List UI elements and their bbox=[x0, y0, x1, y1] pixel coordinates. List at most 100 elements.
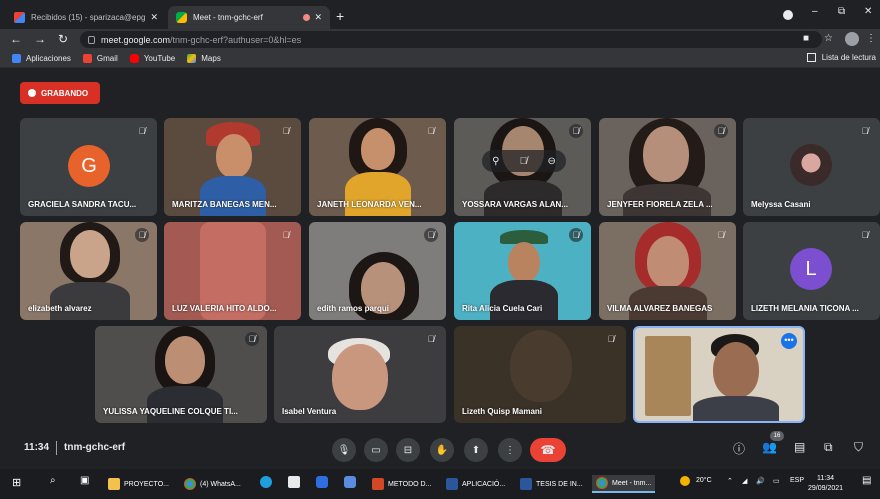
body bbox=[345, 172, 411, 216]
participant-tile[interactable]: L 🎙̸ LIZETH MELANIA TICONA ... bbox=[743, 222, 880, 320]
reload-icon[interactable]: ↻ bbox=[58, 32, 68, 46]
people-count-badge: 16 bbox=[770, 431, 784, 441]
tab-gmail[interactable]: Recibidos (15) - sparizaca@epg. ✕ bbox=[6, 6, 166, 29]
participant-tile[interactable]: 🎙̸ elizabeth alvarez bbox=[20, 222, 157, 320]
participant-tile[interactable]: 🎙̸ YULISSA YAQUELINE COLQUE TI... bbox=[95, 326, 267, 423]
divider bbox=[56, 441, 57, 455]
bookmark-apps[interactable]: Aplicaciones bbox=[12, 54, 71, 63]
participant-tile[interactable]: 🎙̸ edith ramos parqui bbox=[309, 222, 446, 320]
mic-off-icon: 🎙̸ bbox=[717, 230, 725, 240]
reading-list-button[interactable]: Lista de lectura bbox=[806, 53, 876, 62]
forward-icon[interactable]: → bbox=[34, 32, 46, 46]
people-icon[interactable]: 👥 bbox=[762, 440, 777, 454]
menu-icon[interactable]: ⋮ bbox=[866, 33, 876, 44]
app-icon[interactable] bbox=[316, 476, 328, 490]
network-icon[interactable]: ◢ bbox=[742, 477, 747, 485]
participant-name: JENYFER FIORELA ZELA ... bbox=[607, 200, 713, 209]
weather-icon[interactable] bbox=[680, 476, 690, 488]
participant-name: Isabel Ventura bbox=[282, 407, 337, 416]
more-options-button[interactable]: ⋮ bbox=[498, 438, 522, 462]
remove-icon[interactable]: ⊖ bbox=[547, 156, 555, 167]
chat-icon[interactable]: ▤ bbox=[794, 440, 805, 454]
word-icon bbox=[520, 478, 532, 490]
camera-in-use-icon[interactable]: ■ bbox=[803, 33, 809, 44]
present-icon: ⬆ bbox=[471, 444, 481, 456]
mic-off-icon: 🎙̸ bbox=[138, 126, 146, 136]
participant-tile[interactable]: 🎙̸ LUZ VALERIA HITO ALDO... bbox=[164, 222, 301, 320]
taskbar-item-active[interactable]: Meet - tnm... bbox=[592, 475, 656, 493]
system-clock[interactable]: 11:34 29/09/2021 bbox=[808, 474, 843, 494]
participant-tile[interactable]: ⚲ 🎙̸ ⊖ 🎙̸ YOSSARA VARGAS ALAN... bbox=[454, 118, 591, 216]
bookmark-maps[interactable]: Maps bbox=[187, 54, 221, 63]
taskbar-item[interactable]: PROYECTO... bbox=[108, 475, 169, 493]
chevron-up-icon[interactable]: ⌃ bbox=[727, 477, 733, 485]
participant-name: Lizeth Quisp Mamani bbox=[462, 407, 543, 416]
participant-name: YULISSA YAQUELINE COLQUE TI... bbox=[103, 407, 238, 416]
activities-icon[interactable]: ⧉ bbox=[824, 440, 833, 455]
raise-hand-button[interactable]: ✋ bbox=[430, 438, 454, 462]
windows-taskbar: ⊞ ⌕ ▣ PROYECTO... (4) WhatsA... METODO D… bbox=[0, 469, 880, 499]
leave-call-button[interactable]: ☎ bbox=[530, 438, 566, 462]
bookmark-gmail[interactable]: Gmail bbox=[82, 54, 118, 63]
camera-button[interactable]: ▭ bbox=[364, 438, 388, 462]
mic-off-icon[interactable]: 🎙̸ bbox=[520, 156, 528, 167]
host-controls-icon[interactable]: ⛉ bbox=[854, 440, 863, 455]
taskbar-item[interactable]: APLICACIÓ... bbox=[446, 475, 505, 493]
mic-button[interactable]: 🎙 bbox=[332, 438, 356, 462]
participant-tile[interactable]: 🎙̸ JANETH LEONARDA VEN... bbox=[309, 118, 446, 216]
participant-tile[interactable]: 🎙̸ JENYFER FIORELA ZELA ... bbox=[599, 118, 736, 216]
close-icon[interactable]: ✕ bbox=[150, 12, 158, 23]
language-indicator[interactable]: ESP bbox=[790, 477, 804, 484]
new-tab-button[interactable]: + bbox=[336, 8, 344, 24]
close-icon[interactable]: ✕ bbox=[314, 12, 322, 23]
reading-list-icon bbox=[806, 53, 816, 62]
minimize-button[interactable]: – bbox=[812, 6, 818, 17]
close-window-button[interactable]: ✕ bbox=[864, 6, 872, 17]
battery-icon[interactable]: ▭ bbox=[773, 477, 780, 485]
tab-meet[interactable]: Meet - tnm-gchc-erf ✕ bbox=[168, 6, 330, 29]
body bbox=[484, 180, 562, 216]
profile-icon[interactable] bbox=[783, 10, 793, 20]
taskbar-label: METODO D... bbox=[388, 480, 432, 488]
recording-badge[interactable]: GRABANDO bbox=[20, 82, 100, 104]
clock-date: 29/09/2021 bbox=[808, 485, 844, 492]
participant-name: Rita Alicia Cuela Cari bbox=[462, 304, 543, 313]
task-view-icon[interactable]: ▣ bbox=[80, 475, 89, 486]
more-options-icon[interactable]: ••• bbox=[781, 333, 797, 349]
bookmarks-bar: Aplicaciones Gmail YouTube Maps Lista de… bbox=[0, 50, 880, 68]
bookmark-star-icon[interactable]: ☆ bbox=[824, 33, 833, 44]
windows-start-icon[interactable]: ⊞ bbox=[12, 476, 21, 489]
mic-off-icon: 🎙̸ bbox=[569, 228, 583, 242]
participant-tile[interactable]: G 🎙̸ GRACIELA SANDRA TACU... bbox=[20, 118, 157, 216]
participant-tile-self[interactable]: ••• bbox=[633, 326, 805, 423]
participant-tile[interactable]: 🎙̸ MARITZA BANEGAS MEN... bbox=[164, 118, 301, 216]
back-icon[interactable]: ← bbox=[10, 32, 22, 46]
participant-tile[interactable]: 🎙̸ VILMA ALVAREZ BANEGAS bbox=[599, 222, 736, 320]
info-icon[interactable]: ⓘ bbox=[733, 440, 745, 457]
url-input[interactable]: meet.google.com /tnm-gchc-erf?authuser=0… bbox=[80, 31, 822, 48]
restore-button[interactable]: ⧉ bbox=[838, 6, 845, 17]
participant-tile[interactable]: 🎙̸ Isabel Ventura bbox=[274, 326, 446, 423]
participant-tile[interactable]: 🎙̸ Lizeth Quisp Mamani bbox=[454, 326, 626, 423]
notifications-icon[interactable]: ▤ bbox=[862, 475, 871, 486]
store-icon[interactable] bbox=[288, 476, 300, 490]
account-avatar[interactable] bbox=[845, 32, 859, 46]
participant-name: YOSSARA VARGAS ALAN... bbox=[462, 200, 568, 209]
app-icon[interactable] bbox=[344, 476, 356, 490]
youtube-icon bbox=[129, 54, 139, 63]
taskbar-label: Meet - tnm... bbox=[612, 479, 652, 487]
search-icon[interactable]: ⌕ bbox=[50, 475, 56, 486]
taskbar-item[interactable]: (4) WhatsA... bbox=[184, 475, 241, 493]
volume-icon[interactable]: 🔊 bbox=[756, 477, 765, 485]
participant-tile[interactable]: 🎙̸ Melyssa Casani bbox=[743, 118, 880, 216]
taskbar-item[interactable]: TESIS DE IN... bbox=[520, 475, 583, 493]
taskbar-item[interactable]: METODO D... bbox=[372, 475, 431, 493]
weather-temperature[interactable]: 20°C bbox=[696, 477, 712, 484]
present-button[interactable]: ⬆ bbox=[464, 438, 488, 462]
pin-icon[interactable]: ⚲ bbox=[492, 156, 499, 167]
participant-tile[interactable]: 🎙̸ Rita Alicia Cuela Cari bbox=[454, 222, 591, 320]
taskbar-label: APLICACIÓ... bbox=[462, 480, 506, 488]
bookmark-youtube[interactable]: YouTube bbox=[129, 54, 175, 63]
captions-button[interactable]: ⊟ bbox=[396, 438, 420, 462]
edge-icon[interactable] bbox=[260, 476, 272, 490]
